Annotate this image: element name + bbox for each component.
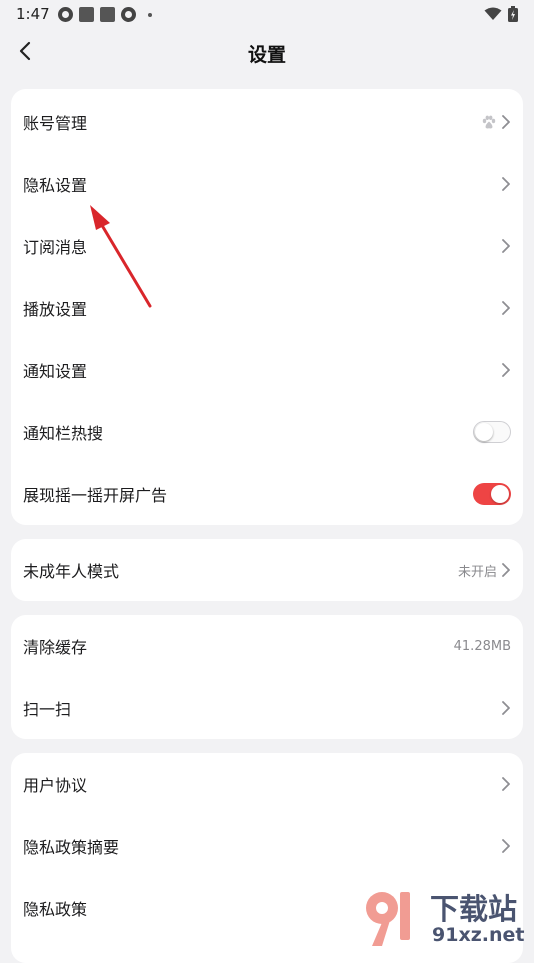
- row-label: 清除缓存: [23, 638, 88, 657]
- status-bar: 1:47: [0, 0, 534, 28]
- privacy-policy-summary-row[interactable]: 隐私政策摘要: [11, 815, 523, 877]
- shake-splash-ad-row: 展现摇一摇开屏广告: [11, 463, 523, 525]
- chevron-right-icon: [502, 701, 510, 715]
- chevron-right-icon: [502, 239, 510, 253]
- page-title: 设置: [247, 44, 286, 66]
- cache-size-value: 41.28MB: [453, 638, 511, 654]
- row-label: 未成年人模式: [23, 562, 120, 581]
- chevron-right-icon: [502, 563, 510, 577]
- row-label: 订阅消息: [23, 238, 88, 257]
- chevron-right-icon: [502, 115, 510, 129]
- minor-mode-status: 未开启: [457, 564, 497, 580]
- chevron-right-icon: [502, 777, 510, 791]
- privacy-policy-row[interactable]: 隐私政策: [11, 877, 523, 939]
- notification-app-icon: [58, 7, 73, 22]
- account-management-row[interactable]: 账号管理: [11, 91, 523, 153]
- clear-cache-row[interactable]: 清除缓存 41.28MB: [11, 615, 523, 677]
- settings-card-tools: 清除缓存 41.28MB 扫一扫: [11, 615, 523, 739]
- notification-square-icon: [79, 7, 94, 22]
- notification-square-icon: [100, 7, 115, 22]
- row-label: 隐私设置: [23, 176, 88, 195]
- row-label: 播放设置: [23, 300, 88, 319]
- top-app-bar: 设置: [0, 28, 534, 74]
- status-notification-icons: [58, 7, 152, 22]
- baidu-paw-icon: [482, 115, 496, 129]
- row-label: 用户协议: [23, 776, 88, 795]
- status-system-icons: [484, 6, 518, 22]
- subscription-messages-row[interactable]: 订阅消息: [11, 215, 523, 277]
- battery-icon: [508, 6, 518, 22]
- settings-card-general: 账号管理 隐私设置 订阅消息 播放设置 通知设置 通知栏热搜 展现摇一摇开屏广告: [11, 89, 523, 525]
- toggle-knob: [491, 485, 509, 503]
- notification-app-icon: [121, 7, 136, 22]
- notification-settings-row[interactable]: 通知设置: [11, 339, 523, 401]
- hot-search-toggle[interactable]: [473, 421, 511, 443]
- shake-ad-toggle[interactable]: [473, 483, 511, 505]
- chevron-right-icon: [502, 363, 510, 377]
- row-label: 隐私政策摘要: [23, 838, 120, 857]
- row-label: 通知栏热搜: [23, 424, 104, 443]
- settings-card-minor-mode: 未成年人模式 未开启: [11, 539, 523, 601]
- minor-mode-row[interactable]: 未成年人模式 未开启: [11, 539, 523, 601]
- more-notifications-dot-icon: [148, 12, 152, 17]
- user-agreement-row[interactable]: 用户协议: [11, 753, 523, 815]
- row-label: 隐私政策: [23, 900, 88, 919]
- status-time: 1:47: [16, 5, 50, 23]
- scan-row[interactable]: 扫一扫: [11, 677, 523, 739]
- settings-card-legal: 用户协议 隐私政策摘要 隐私政策: [11, 753, 523, 963]
- toggle-knob: [475, 423, 493, 441]
- chevron-right-icon: [502, 301, 510, 315]
- row-label: 通知设置: [23, 362, 88, 381]
- notification-bar-hot-search-row: 通知栏热搜: [11, 401, 523, 463]
- row-label: 账号管理: [23, 114, 88, 133]
- chevron-right-icon: [502, 177, 510, 191]
- playback-settings-row[interactable]: 播放设置: [11, 277, 523, 339]
- row-label: 展现摇一摇开屏广告: [23, 486, 168, 505]
- wifi-icon: [484, 7, 502, 20]
- privacy-settings-row[interactable]: 隐私设置: [11, 153, 523, 215]
- chevron-right-icon: [502, 839, 510, 853]
- row-label: 扫一扫: [23, 700, 72, 719]
